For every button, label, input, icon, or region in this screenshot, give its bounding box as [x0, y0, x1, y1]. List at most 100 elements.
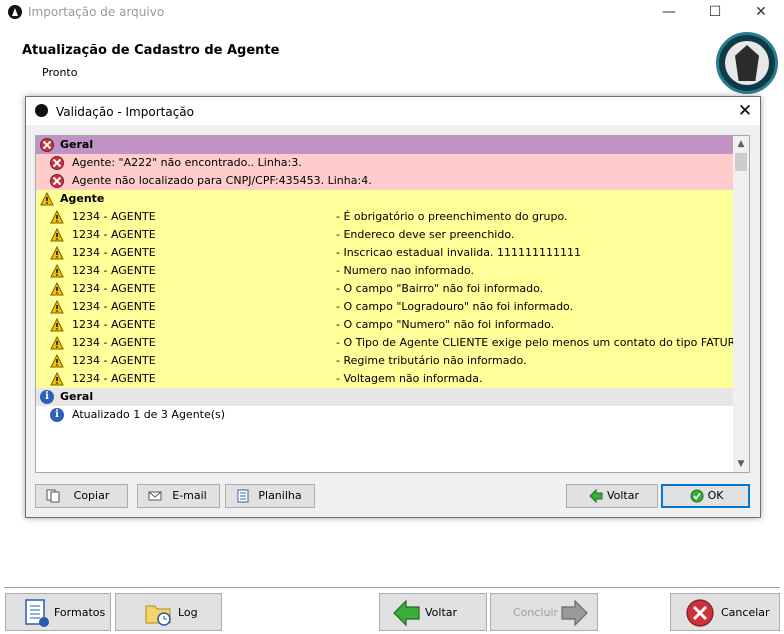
- copy-button-label: Copiar: [73, 489, 110, 502]
- dialog-back-button-label: Voltar: [606, 489, 640, 502]
- formats-button[interactable]: Formatos: [5, 593, 111, 631]
- ok-button[interactable]: OK: [661, 484, 750, 508]
- warning-icon: [50, 300, 64, 314]
- cancel-icon: [686, 599, 714, 627]
- grid-row[interactable]: 1234 - AGENTE - É obrigatório o preenchim…: [36, 208, 733, 226]
- grid-row[interactable]: i Atualizado 1 de 3 Agente(s): [36, 406, 733, 424]
- grid-row[interactable]: 1234 - AGENTE - Endereco deve ser preench…: [36, 226, 733, 244]
- close-button[interactable]: ✕: [738, 0, 784, 26]
- info-icon: i: [50, 408, 64, 422]
- error-icon: [40, 138, 54, 152]
- row-agent-code: 1234 - AGENTE: [72, 282, 156, 295]
- cancel-button[interactable]: Cancelar: [670, 593, 780, 631]
- arrow-left-icon: [393, 599, 420, 627]
- formats-button-label: Formatos: [54, 606, 106, 619]
- info-icon: i: [40, 390, 54, 404]
- dialog-app-icon: [35, 104, 48, 117]
- back-button[interactable]: Voltar: [379, 593, 487, 631]
- app-icon: [8, 5, 22, 19]
- ok-button-label: OK: [707, 489, 724, 502]
- warning-icon: [50, 372, 64, 386]
- row-message: Agente não localizado para CNPJ/CPF:4354…: [72, 174, 372, 187]
- group-header-label: Geral: [60, 390, 94, 403]
- row-message: - O campo "Numero" não foi informado.: [336, 318, 555, 331]
- row-agent-code: 1234 - AGENTE: [72, 318, 156, 331]
- row-message: - Inscricao estadual invalida. 111111111…: [336, 246, 581, 259]
- error-icon: [50, 174, 64, 188]
- group-header-label: Geral: [60, 138, 94, 151]
- maximize-button[interactable]: ☐: [692, 0, 738, 26]
- page-title: Atualização de Cadastro de Agente: [22, 43, 280, 58]
- arrow-right-icon: [561, 599, 588, 627]
- grid-row[interactable]: 1234 - AGENTE - Regime tributário não inf…: [36, 352, 733, 370]
- row-message: - Numero nao informado.: [336, 264, 475, 277]
- window-title: Importação de arquivo: [28, 5, 165, 19]
- row-message: Atualizado 1 de 3 Agente(s): [72, 408, 226, 421]
- log-button[interactable]: Log: [115, 593, 222, 631]
- document-list-icon: [25, 599, 49, 627]
- dialog-title: Validação - Importação: [56, 105, 194, 119]
- group-header-geral[interactable]: Geral: [36, 136, 733, 154]
- dialog-back-button[interactable]: Voltar: [566, 484, 658, 508]
- scroll-down-arrow-icon[interactable]: ▼: [733, 456, 749, 472]
- row-agent-code: 1234 - AGENTE: [72, 264, 156, 277]
- warning-icon: [50, 210, 64, 224]
- grid-row[interactable]: 1234 - AGENTE - O campo "Numero" não foi …: [36, 316, 733, 334]
- log-button-label: Log: [178, 606, 198, 619]
- dialog-titlebar: Validação - Importação ✕: [26, 97, 760, 125]
- row-agent-code: 1234 - AGENTE: [72, 300, 156, 313]
- logo: [716, 32, 778, 94]
- row-agent-code: 1234 - AGENTE: [72, 372, 156, 385]
- spreadsheet-button[interactable]: Planilha: [225, 484, 315, 508]
- grid-row[interactable]: Agente: "A222" não encontrado.. Linha:3.: [36, 154, 733, 172]
- warning-icon: [50, 246, 64, 260]
- row-message: - Regime tributário não informado.: [336, 354, 527, 367]
- group-header-label: Agente: [60, 192, 105, 205]
- row-message: - O campo "Bairro" não foi informado.: [336, 282, 544, 295]
- row-message: - Voltagem não informada.: [336, 372, 483, 385]
- row-message: - É obrigatório o preenchimento do grupo…: [336, 210, 568, 223]
- warning-icon: [50, 318, 64, 332]
- row-message: Agente: "A222" não encontrado.. Linha:3.: [72, 156, 302, 169]
- warning-icon: [50, 354, 64, 368]
- finish-button[interactable]: Concluir: [490, 593, 598, 631]
- scroll-up-arrow-icon[interactable]: ▲: [733, 136, 749, 152]
- window-titlebar: Importação de arquivo — ☐ ✕: [0, 0, 784, 26]
- row-message: - O Tipo de Agente CLIENTE exige pelo me…: [336, 336, 750, 349]
- email-button-label: E-mail: [172, 489, 207, 502]
- status-text: Pronto: [42, 66, 78, 79]
- grid-row[interactable]: Agente não localizado para CNPJ/CPF:4354…: [36, 172, 733, 190]
- warning-icon: [50, 282, 64, 296]
- grid-row[interactable]: 1234 - AGENTE - O campo "Bairro" não foi …: [36, 280, 733, 298]
- warning-icon: [50, 228, 64, 242]
- copy-button[interactable]: Copiar: [35, 484, 128, 508]
- email-button[interactable]: E-mail: [137, 484, 220, 508]
- validation-grid[interactable]: Geral Agente: "A222" não encontrado.. Lin…: [35, 135, 750, 473]
- warning-icon: [50, 264, 64, 278]
- back-button-label: Voltar: [425, 606, 458, 619]
- grid-row[interactable]: 1234 - AGENTE - Inscricao estadual invali…: [36, 244, 733, 262]
- grid-row[interactable]: 1234 - AGENTE - O Tipo de Agente CLIENTE …: [36, 334, 749, 352]
- row-agent-code: 1234 - AGENTE: [72, 228, 156, 241]
- grid-row[interactable]: 1234 - AGENTE - O campo "Logradouro" não …: [36, 298, 733, 316]
- folder-clock-icon: [145, 605, 171, 626]
- group-header-agente[interactable]: Agente: [36, 190, 733, 208]
- row-agent-code: 1234 - AGENTE: [72, 246, 156, 259]
- row-message: - Endereco deve ser preenchido.: [336, 228, 515, 241]
- error-icon: [50, 156, 64, 170]
- scroll-thumb[interactable]: [735, 153, 747, 171]
- toolbar-separator: [4, 587, 780, 588]
- cancel-button-label: Cancelar: [721, 606, 770, 619]
- validation-dialog: Validação - Importação ✕ Geral Agente: "A…: [25, 96, 761, 518]
- row-agent-code: 1234 - AGENTE: [72, 210, 156, 223]
- row-message: - O campo "Logradouro" não foi informado…: [336, 300, 574, 313]
- minimize-button[interactable]: —: [646, 0, 692, 26]
- spreadsheet-button-label: Planilha: [258, 489, 302, 502]
- row-agent-code: 1234 - AGENTE: [72, 354, 156, 367]
- vertical-scrollbar[interactable]: ▲ ▼: [733, 136, 749, 472]
- grid-row[interactable]: 1234 - AGENTE - Voltagem não informada.: [36, 370, 733, 388]
- dialog-close-button[interactable]: ✕: [734, 100, 756, 122]
- grid-row[interactable]: 1234 - AGENTE - Numero nao informado.: [36, 262, 733, 280]
- group-header-geral[interactable]: i Geral: [36, 388, 733, 406]
- warning-icon: [50, 336, 64, 350]
